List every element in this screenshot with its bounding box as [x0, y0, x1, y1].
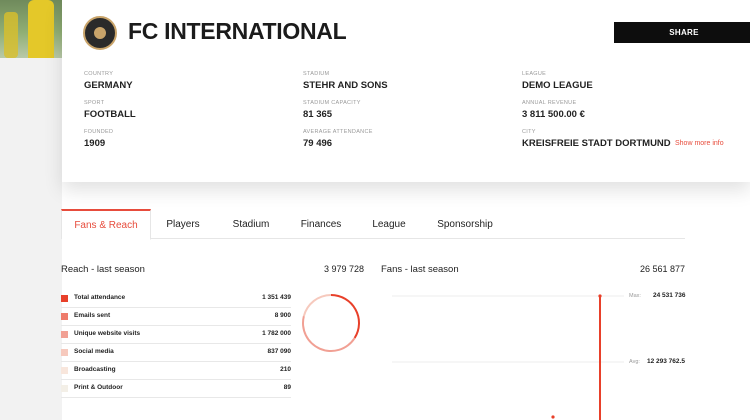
hero-photo-figure — [4, 12, 18, 58]
info-country: COUNTRY GERMANY — [84, 71, 133, 91]
info-label: SPORT — [84, 100, 105, 106]
reach-donut-chart — [302, 294, 360, 352]
info-sport: SPORT FOOTBALL — [84, 100, 136, 120]
reach-row-value: 8 900 — [274, 312, 291, 319]
fans-chart — [392, 294, 624, 420]
hero-photo-player — [28, 0, 54, 58]
section-tabs: Fans & Reach Players Stadium Finances Le… — [61, 209, 685, 240]
tab-stadium[interactable]: Stadium — [215, 209, 287, 239]
info-league: LEAGUE DEMO LEAGUE — [522, 71, 593, 91]
reach-row-swatch — [61, 295, 68, 302]
info-city: CITY KREISFREIE STADT DORTMUND — [522, 129, 671, 149]
info-value: 3 811 500.00 € — [522, 109, 585, 120]
info-label: FOUNDED — [84, 129, 114, 135]
fans-avg-value: 12 293 762.5 — [647, 358, 685, 365]
reach-row-name: Social media — [74, 348, 114, 355]
info-label: STADIUM CAPACITY — [303, 100, 361, 106]
info-label: AVERAGE ATTENDANCE — [303, 129, 373, 135]
info-annual-revenue: ANNUAL REVENUE 3 811 500.00 € — [522, 100, 585, 120]
reach-row-value: 1 351 439 — [262, 294, 291, 301]
info-value: 79 496 — [303, 138, 333, 149]
fans-max-value: 24 531 736 — [653, 292, 686, 299]
fans-total: 26 561 877 — [639, 264, 685, 274]
tab-sponsorship[interactable]: Sponsorship — [423, 209, 507, 239]
info-stadium: STADIUM STEHR AND SONS — [303, 71, 388, 91]
fans-max-point — [598, 294, 602, 298]
club-name: FC INTERNATIONAL — [128, 18, 347, 44]
tab-finances[interactable]: Finances — [287, 209, 355, 239]
show-more-info-link[interactable]: Show more info — [675, 140, 724, 147]
reach-row-name: Broadcasting — [74, 366, 116, 373]
reach-row: Broadcasting 210 — [61, 362, 291, 380]
info-label: STADIUM — [303, 71, 330, 77]
info-value: DEMO LEAGUE — [522, 80, 593, 91]
info-average-attendance: AVERAGE ATTENDANCE 79 496 — [303, 129, 373, 149]
tab-fans-reach[interactable]: Fans & Reach — [61, 209, 151, 240]
club-logo — [83, 16, 117, 50]
reach-row-value: 210 — [280, 366, 291, 373]
reach-row: Total attendance 1 351 439 — [61, 290, 291, 308]
info-value: GERMANY — [84, 80, 133, 91]
reach-row: Emails sent 8 900 — [61, 308, 291, 326]
info-value: 81 365 — [303, 109, 333, 120]
fans-avg-label: Avg: — [629, 359, 640, 365]
info-value: 1909 — [84, 138, 106, 149]
reach-row-swatch — [61, 367, 68, 374]
fans-max-label: Max: — [629, 293, 641, 299]
info-label: CITY — [522, 129, 536, 135]
info-founded: FOUNDED 1909 — [84, 129, 113, 149]
donut-slice — [302, 294, 331, 317]
page-background-left — [0, 0, 62, 420]
info-value: FOOTBALL — [84, 109, 136, 120]
tab-players[interactable]: Players — [151, 209, 215, 239]
reach-row-value: 837 090 — [267, 348, 292, 355]
reach-row: Social media 837 090 — [61, 344, 291, 362]
info-value: STEHR AND SONS — [303, 80, 388, 91]
reach-row-swatch — [61, 313, 68, 320]
reach-row-name: Unique website visits — [74, 330, 141, 337]
reach-row-name: Total attendance — [74, 294, 126, 301]
reach-row-value: 1 782 000 — [262, 330, 291, 337]
reach-row-swatch — [61, 349, 68, 356]
reach-row-swatch — [61, 331, 68, 338]
fans-point — [551, 415, 555, 419]
reach-total: 3 979 728 — [323, 264, 364, 274]
reach-row: Unique website visits 1 782 000 — [61, 326, 291, 344]
tab-league[interactable]: League — [355, 209, 423, 239]
info-label: LEAGUE — [522, 71, 547, 77]
info-value: KREISFREIE STADT DORTMUND — [522, 138, 671, 149]
donut-slice — [331, 294, 360, 339]
fans-title: Fans - last season — [381, 264, 459, 275]
share-button[interactable]: SHARE — [614, 22, 750, 43]
club-hero-photo — [0, 0, 62, 58]
reach-row: Print & Outdoor 89 — [61, 380, 291, 398]
reach-row-name: Print & Outdoor — [74, 384, 123, 391]
reach-row-name: Emails sent — [74, 312, 111, 319]
club-info-card: FC INTERNATIONAL SHARE COUNTRY GERMANY S… — [62, 0, 750, 182]
reach-row-value: 89 — [283, 384, 291, 391]
info-stadium-capacity: STADIUM CAPACITY 81 365 — [303, 100, 361, 120]
reach-row-swatch — [61, 385, 68, 392]
info-label: ANNUAL REVENUE — [522, 100, 577, 106]
reach-title: Reach - last season — [61, 264, 145, 275]
info-label: COUNTRY — [84, 71, 114, 77]
donut-slice — [302, 315, 356, 352]
